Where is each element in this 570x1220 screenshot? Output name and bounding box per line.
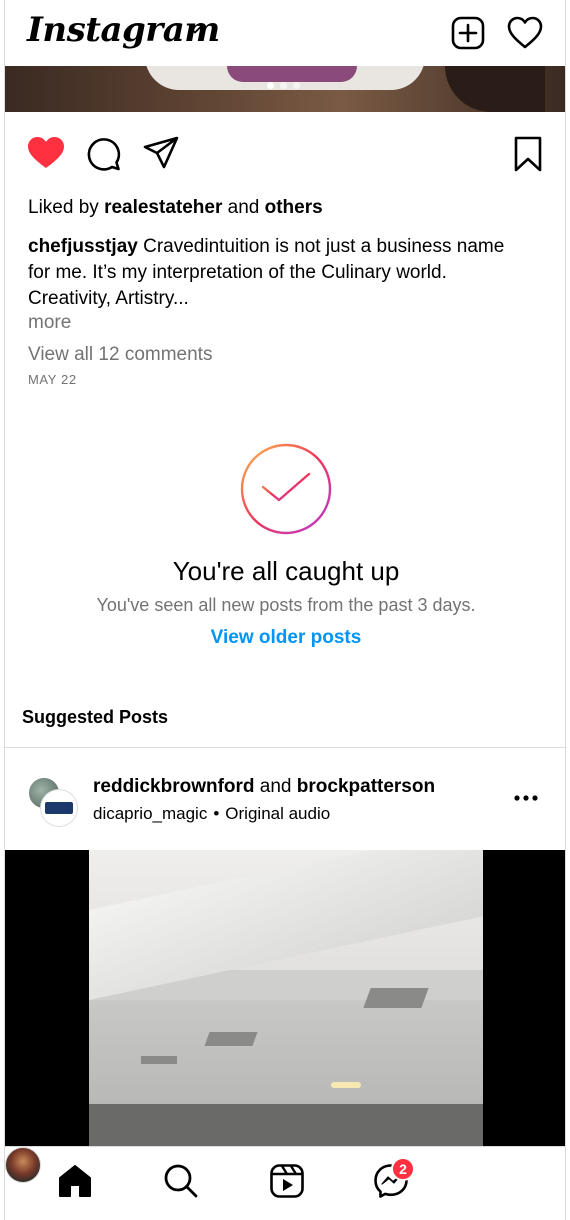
share-send-icon[interactable]: [143, 136, 179, 170]
caption-username[interactable]: chefjusstjay: [28, 236, 138, 257]
more-options-icon[interactable]: [513, 790, 539, 806]
video-vent-shape: [363, 988, 429, 1008]
new-post-icon[interactable]: [451, 16, 485, 50]
avatar[interactable]: [41, 790, 77, 826]
audio-username[interactable]: dicaprio_magic: [93, 804, 207, 823]
carousel-dot[interactable]: [280, 82, 287, 89]
author-joiner: and: [259, 776, 292, 797]
app-frame: Instagram Liked by realestateher and oth…: [4, 0, 566, 1220]
food-shape: [227, 66, 357, 82]
reels-icon[interactable]: [269, 1163, 305, 1199]
view-older-posts-link[interactable]: View older posts: [5, 627, 565, 649]
video-vent-shape: [204, 1032, 258, 1046]
suggested-post-authors: reddickbrownford and brockpatterson: [93, 776, 435, 798]
comment-icon[interactable]: [85, 136, 121, 172]
carousel-dots: [267, 82, 300, 89]
audio-label[interactable]: Original audio: [225, 804, 330, 823]
audio-attribution: dicaprio_magic • Original audio: [93, 804, 330, 824]
messages-badge[interactable]: 2: [391, 1157, 415, 1181]
notifications-heart-icon[interactable]: [507, 16, 543, 50]
video-frame: [89, 850, 483, 1146]
liked-by-others[interactable]: others: [265, 197, 323, 218]
video-floor-shape: [89, 1104, 483, 1146]
previous-post-image[interactable]: [5, 66, 565, 112]
suggested-posts-heading: Suggested Posts: [22, 707, 169, 727]
hand-shape: [445, 66, 545, 112]
likes-summary: Liked by realestateher and others: [28, 197, 323, 219]
liked-by-username[interactable]: realestateher: [104, 197, 222, 218]
profile-avatar[interactable]: [5, 1147, 41, 1183]
post-caption: chefjusstjay Cravedintuition is not just…: [28, 234, 518, 312]
separator: •: [213, 804, 220, 823]
avatar-logo-shape: [45, 802, 73, 814]
view-comments-link[interactable]: View all 12 comments: [28, 344, 212, 366]
collab-avatars[interactable]: [27, 776, 79, 828]
video-light-shape: [331, 1082, 361, 1088]
post-date: MAY 22: [28, 372, 77, 387]
video-vent-shape: [141, 1056, 177, 1064]
caught-up-subtitle: You've seen all new posts from the past …: [96, 595, 476, 615]
liked-by-prefix: Liked by: [28, 197, 99, 218]
bottom-nav: 2: [5, 1146, 565, 1220]
search-icon[interactable]: [163, 1163, 199, 1199]
divider: [5, 747, 565, 748]
caught-up-check-icon: [240, 443, 332, 535]
author-username[interactable]: brockpatterson: [297, 776, 435, 797]
suggested-post-video[interactable]: [5, 850, 565, 1146]
author-username[interactable]: reddickbrownford: [93, 776, 255, 797]
liked-by-joiner: and: [227, 197, 260, 218]
home-icon[interactable]: [57, 1163, 93, 1199]
top-bar: Instagram: [5, 0, 565, 66]
chevron-down-icon[interactable]: [187, 22, 203, 38]
bookmark-icon[interactable]: [513, 136, 543, 172]
like-heart-icon[interactable]: [27, 136, 65, 170]
caught-up-title: You're all caught up: [172, 556, 400, 586]
caption-more-link[interactable]: more: [28, 312, 71, 334]
carousel-dot[interactable]: [267, 82, 274, 89]
carousel-dot[interactable]: [293, 82, 300, 89]
